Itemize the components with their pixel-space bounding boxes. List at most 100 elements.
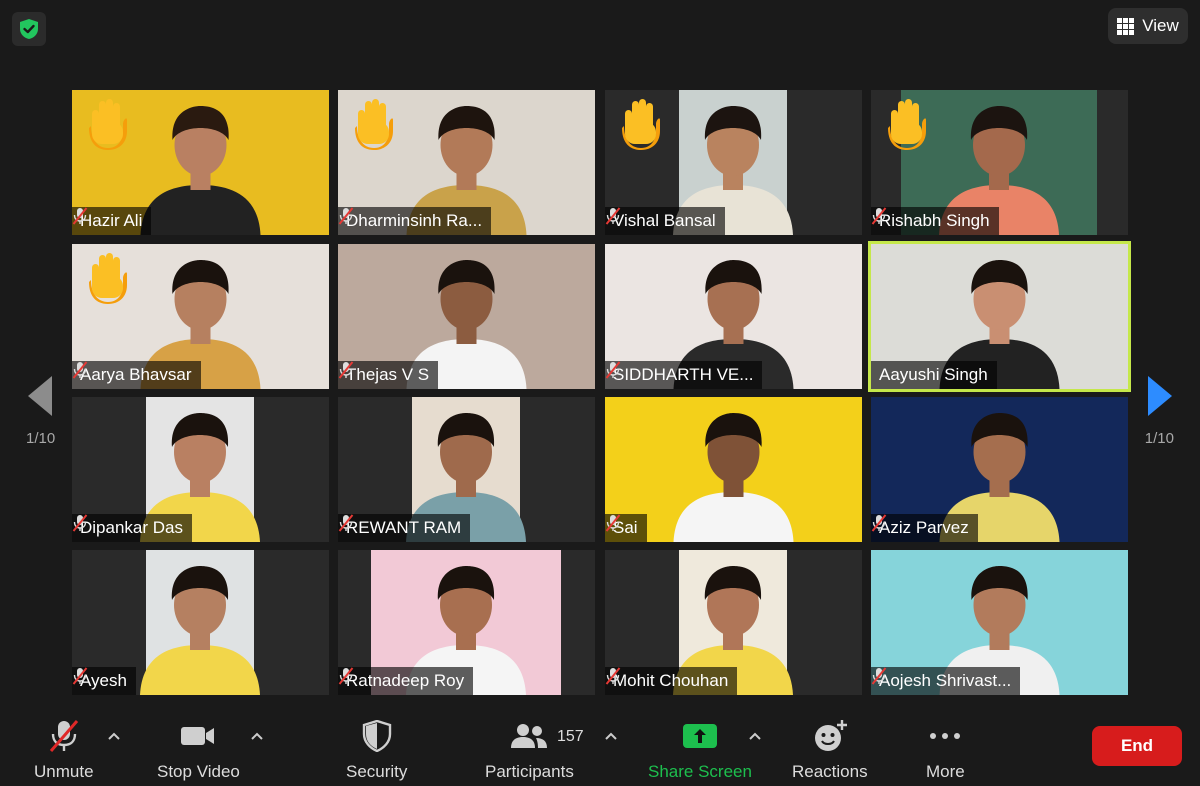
muted-microphone-icon: [72, 361, 88, 379]
reactions-label: Reactions: [792, 762, 868, 781]
stop-video-label: Stop Video: [157, 762, 240, 781]
video-tile-siddharth[interactable]: SIDDHARTH VE...: [605, 244, 862, 389]
share-options-chevron-up-icon[interactable]: [748, 728, 762, 746]
participant-nameplate: Aayushi Singh: [871, 361, 997, 389]
participant-nameplate: Dipankar Das: [72, 514, 192, 542]
video-tile-ratnadeep-roy[interactable]: Ratnadeep Roy: [338, 550, 595, 695]
participant-nameplate: Aarya Bhavsar: [72, 361, 201, 389]
participant-name: Aojesh Shrivast...: [879, 671, 1012, 690]
raised-hand-icon: [622, 99, 660, 150]
muted-microphone-icon: [338, 667, 354, 685]
participants-icon: [509, 718, 549, 754]
participant-name: Rishabh Singh: [879, 211, 990, 230]
participant-count: 157: [557, 728, 584, 745]
reactions-button[interactable]: Reactions: [792, 718, 868, 782]
share-screen-label: Share Screen: [648, 762, 752, 781]
participants-options-chevron-up-icon[interactable]: [604, 728, 618, 746]
more-ellipsis-icon: [927, 718, 963, 754]
participant-name: Aziz Parvez: [879, 518, 969, 537]
participant-nameplate: Sai: [605, 514, 647, 542]
more-label: More: [926, 762, 965, 781]
unmute-label: Unmute: [34, 762, 94, 781]
more-button[interactable]: More: [926, 718, 965, 782]
reactions-emoji-icon: [812, 718, 848, 754]
raised-hand-icon: [888, 99, 926, 150]
video-tile-ayesh[interactable]: Ayesh: [72, 550, 329, 695]
participant-nameplate: Ayesh: [72, 667, 136, 695]
participant-nameplate: Dharminsinh Ra...: [338, 207, 492, 235]
encryption-shield-icon[interactable]: [12, 12, 46, 46]
muted-microphone-icon: [871, 514, 887, 532]
stop-video-button[interactable]: Stop Video: [157, 718, 240, 782]
share-screen-icon: [682, 718, 718, 754]
participant-name: Aarya Bhavsar: [80, 365, 192, 384]
participant-name: Mohit Chouhan: [613, 671, 729, 690]
video-tile-hazir-ali[interactable]: Hazir Ali: [72, 90, 329, 235]
video-camera-icon: [179, 718, 217, 754]
view-label: View: [1142, 16, 1179, 35]
raised-hand-icon: [89, 253, 127, 304]
meeting-toolbar: Unmute Stop Video Security Participants …: [0, 706, 1200, 786]
participant-nameplate: Rishabh Singh: [871, 207, 999, 235]
muted-microphone-icon: [605, 514, 621, 532]
muted-microphone-icon: [338, 361, 354, 379]
unmute-button[interactable]: Unmute: [34, 718, 94, 782]
muted-microphone-icon: [72, 207, 88, 225]
participant-nameplate: Ratnadeep Roy: [338, 667, 474, 695]
video-tile-rishabh-singh[interactable]: Rishabh Singh: [871, 90, 1128, 235]
muted-microphone-icon: [605, 207, 621, 225]
muted-microphone-icon: [72, 667, 88, 685]
video-tile-aayushi-singh[interactable]: Aayushi Singh: [871, 244, 1128, 389]
participant-nameplate: Aziz Parvez: [871, 514, 978, 542]
end-meeting-button[interactable]: End: [1092, 726, 1182, 766]
video-tile-aarya-bhavsar[interactable]: Aarya Bhavsar: [72, 244, 329, 389]
video-tile-mohit-chouhan[interactable]: Mohit Chouhan: [605, 550, 862, 695]
participant-name: Dharminsinh Ra...: [346, 211, 483, 230]
video-tile-aojesh[interactable]: Aojesh Shrivast...: [871, 550, 1128, 695]
view-button[interactable]: View: [1108, 8, 1188, 44]
muted-microphone-icon: [605, 361, 621, 379]
page-indicator-left: 1/10: [26, 430, 56, 447]
participant-name: Hazir Ali: [80, 211, 143, 230]
security-label: Security: [346, 762, 408, 781]
raised-hand-icon: [89, 99, 127, 150]
video-tile-sai[interactable]: Sai: [605, 397, 862, 542]
video-tile-thejas-v-s[interactable]: Thejas V S: [338, 244, 595, 389]
participant-name: REWANT RAM: [346, 518, 462, 537]
video-gallery-grid: Hazir Ali Dharminsinh Ra... Vishal Bansal R…: [72, 90, 1130, 696]
page-indicator-right: 1/10: [1144, 430, 1174, 447]
security-button[interactable]: Security: [346, 718, 407, 782]
participant-name: Ratnadeep Roy: [346, 671, 465, 690]
muted-microphone-icon: [871, 667, 887, 685]
muted-microphone-icon: [338, 207, 354, 225]
muted-microphone-icon: [871, 207, 887, 225]
participant-name: Vishal Bansal: [613, 211, 716, 230]
security-shield-icon: [362, 718, 392, 754]
participant-nameplate: SIDDHARTH VE...: [605, 361, 763, 389]
muted-microphone-icon: [605, 667, 621, 685]
video-tile-dharminsinh[interactable]: Dharminsinh Ra...: [338, 90, 595, 235]
muted-microphone-icon: [338, 514, 354, 532]
video-tile-vishal-bansal[interactable]: Vishal Bansal: [605, 90, 862, 235]
muted-microphone-icon: [46, 718, 82, 754]
previous-page-arrow-icon[interactable]: [28, 376, 54, 421]
participant-name: Aayushi Singh: [879, 365, 988, 384]
raised-hand-icon: [355, 99, 393, 150]
participant-nameplate: Mohit Chouhan: [605, 667, 738, 695]
next-page-arrow-icon[interactable]: [1146, 376, 1172, 421]
participant-nameplate: Hazir Ali: [72, 207, 152, 235]
video-tile-rewant-ram[interactable]: REWANT RAM: [338, 397, 595, 542]
audio-options-chevron-up-icon[interactable]: [107, 728, 121, 746]
video-tile-dipankar-das[interactable]: Dipankar Das: [72, 397, 329, 542]
participants-label: Participants: [485, 762, 574, 781]
muted-microphone-icon: [72, 514, 88, 532]
grid-view-icon: [1117, 17, 1135, 35]
participant-name: SIDDHARTH VE...: [613, 365, 754, 384]
participant-nameplate: Thejas V S: [338, 361, 439, 389]
participant-nameplate: Vishal Bansal: [605, 207, 725, 235]
share-screen-button[interactable]: Share Screen: [648, 718, 752, 782]
participant-name: Dipankar Das: [80, 518, 183, 537]
video-tile-aziz-parvez[interactable]: Aziz Parvez: [871, 397, 1128, 542]
video-options-chevron-up-icon[interactable]: [250, 728, 264, 746]
participant-nameplate: Aojesh Shrivast...: [871, 667, 1021, 695]
